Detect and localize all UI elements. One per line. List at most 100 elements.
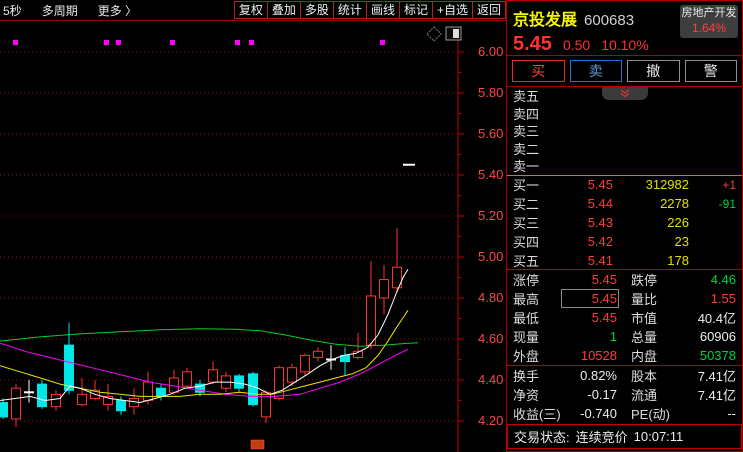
down-candle — [64, 344, 74, 391]
queue-volume: 178 — [667, 252, 689, 268]
queue-label: 卖一 — [513, 159, 540, 175]
clock: 10:07:11 — [633, 429, 684, 445]
up-candle — [287, 367, 297, 383]
buy-queue-row[interactable]: 买五 5.41 178 — [507, 251, 742, 270]
chart-event-marker[interactable] — [250, 439, 265, 450]
sell-queue-row[interactable]: 卖三 — [507, 122, 742, 140]
stat-label: 流通 — [631, 388, 658, 404]
down-candle — [234, 375, 244, 389]
stat-label: 量比 — [631, 292, 658, 308]
back-button[interactable]: 返回 — [471, 1, 506, 19]
sector-badge[interactable]: 房地产开发 1.64% — [680, 5, 738, 38]
queue-volume: 23 — [674, 233, 689, 249]
price-axis-label: 5.60 — [478, 126, 503, 141]
signal-square-marker — [13, 40, 18, 45]
queue-price: 5.41 — [587, 252, 613, 268]
up-candle — [208, 369, 218, 383]
stat-label: 净资 — [513, 388, 540, 404]
trade-status-label: 交易状态: — [514, 430, 570, 446]
sell-button[interactable]: 卖 — [569, 60, 622, 82]
stat-label: 换手 — [513, 369, 540, 385]
mark-button[interactable]: 标记 — [398, 1, 433, 19]
stat-value: 4.46 — [710, 272, 736, 288]
stock-header: 京投发展 600683 5.45 0.50 10.10% 房地产开发 1.64% — [507, 1, 742, 56]
stat-label: 涨停 — [513, 273, 540, 289]
stat-value: -- — [727, 406, 736, 422]
up-candle — [182, 371, 192, 387]
queue-label: 买四 — [513, 234, 540, 250]
buy-queue-row[interactable]: 买二 5.44 2278 -91 — [507, 194, 742, 213]
queue-change: +1 — [722, 177, 736, 192]
diamond-marker-icon[interactable] — [426, 26, 442, 42]
collapse-pill[interactable] — [601, 87, 648, 100]
sell-queue: 卖五 卖四 卖三 卖二 卖一 — [507, 87, 742, 175]
multi-period-menu[interactable]: 多周期 — [42, 2, 78, 19]
more-menu[interactable]: 更多 〉 — [98, 2, 137, 19]
restoration-button[interactable]: 复权 — [233, 1, 268, 19]
statistics-button[interactable]: 统计 — [332, 1, 367, 19]
stat-value: 60906 — [699, 329, 736, 345]
sell-queue-row[interactable]: 卖一 — [507, 157, 742, 175]
candlestick-chart[interactable]: 6.00 5.80 5.60 5.40 5.20 5.00 4.80 4.60 4.40 4.20 — [0, 21, 506, 452]
trade-status-bar: 交易状态: 连续竞价 10:07:11 — [507, 424, 742, 450]
queue-label: 买一 — [513, 178, 540, 194]
ma-white — [0, 269, 409, 404]
stat-label: 收益(三) — [513, 407, 561, 423]
buy-button[interactable]: 买 — [512, 60, 565, 82]
buy-queue-row[interactable]: 买三 5.43 226 — [507, 213, 742, 232]
sell-queue-row[interactable]: 卖四 — [507, 105, 742, 123]
price-axis-label: 5.80 — [478, 85, 503, 100]
price-axis-label: 4.60 — [478, 331, 503, 346]
signal-square-marker — [116, 40, 121, 45]
queue-label: 买五 — [513, 253, 540, 269]
buy-queue-row[interactable]: 买四 5.42 23 — [507, 232, 742, 251]
stat-value: 7.41亿 — [697, 388, 736, 404]
chart-area: 6.00 5.80 5.60 5.40 5.20 5.00 4.80 4.60 4.40 4.20 — [0, 21, 506, 452]
stat-label: 股本 — [631, 369, 658, 385]
queue-label: 买三 — [513, 216, 540, 231]
stat-label: 外盘 — [513, 349, 540, 365]
queue-label: 买二 — [513, 197, 540, 213]
stats-row: 净资 -0.17 流通 7.41亿 — [507, 385, 742, 404]
down-candle — [0, 402, 8, 418]
draw-line-button[interactable]: 画线 — [365, 1, 400, 19]
price-axis-label: 4.80 — [478, 290, 503, 305]
queue-label: 卖二 — [513, 141, 540, 157]
sell-queue-row[interactable]: 卖二 — [507, 140, 742, 158]
queue-price: 5.42 — [587, 233, 613, 249]
stat-label: 最高 — [513, 292, 540, 308]
queue-price: 5.43 — [587, 214, 613, 230]
stat-value: -0.17 — [587, 387, 617, 403]
stat-value: 1 — [609, 329, 617, 345]
price-axis-label: 6.00 — [478, 44, 503, 59]
stat-value: 40.4亿 — [697, 311, 736, 327]
cancel-order-button[interactable]: 撤 — [627, 60, 680, 82]
add-watchlist-button[interactable]: +自选 — [431, 1, 473, 19]
price-axis-label: 4.40 — [478, 372, 503, 387]
stat-value: 7.41亿 — [697, 369, 736, 385]
down-candle — [116, 400, 126, 412]
queue-volume: 312982 — [645, 177, 689, 193]
stats-row: 收益(三) -0.740 PE(动) -- — [507, 404, 742, 423]
order-book: 卖五 卖四 卖三 卖二 卖一 买一 5.45 312982 +1 买二 5.44 2278… — [507, 87, 742, 269]
up-candle — [51, 393, 61, 408]
down-candle — [37, 383, 47, 408]
ma-green — [0, 328, 419, 347]
multi-stock-button[interactable]: 多股 — [299, 1, 334, 19]
alert-button[interactable]: 警 — [684, 60, 737, 82]
up-candle — [366, 295, 376, 346]
period-5s[interactable]: 5秒 — [3, 2, 22, 19]
stats-row: 现量 1 总量 60906 — [507, 327, 742, 346]
stock-code: 600683 — [584, 12, 635, 29]
signal-square-marker — [104, 40, 109, 45]
stat-label: 跌停 — [631, 273, 658, 289]
buy-queue-row[interactable]: 买一 5.45 312982 +1 — [507, 176, 742, 195]
stats-row: 最高 5.45 量比 1.55 — [507, 289, 742, 309]
overlay-button[interactable]: 叠加 — [266, 1, 301, 19]
price-change-percent: 10.10% — [601, 37, 649, 53]
trade-status-value: 连续竞价 — [575, 430, 628, 446]
up-candle — [379, 279, 389, 299]
queue-price: 5.44 — [587, 196, 613, 212]
price-axis-label: 5.00 — [478, 249, 503, 264]
stat-label: 总量 — [631, 330, 658, 346]
